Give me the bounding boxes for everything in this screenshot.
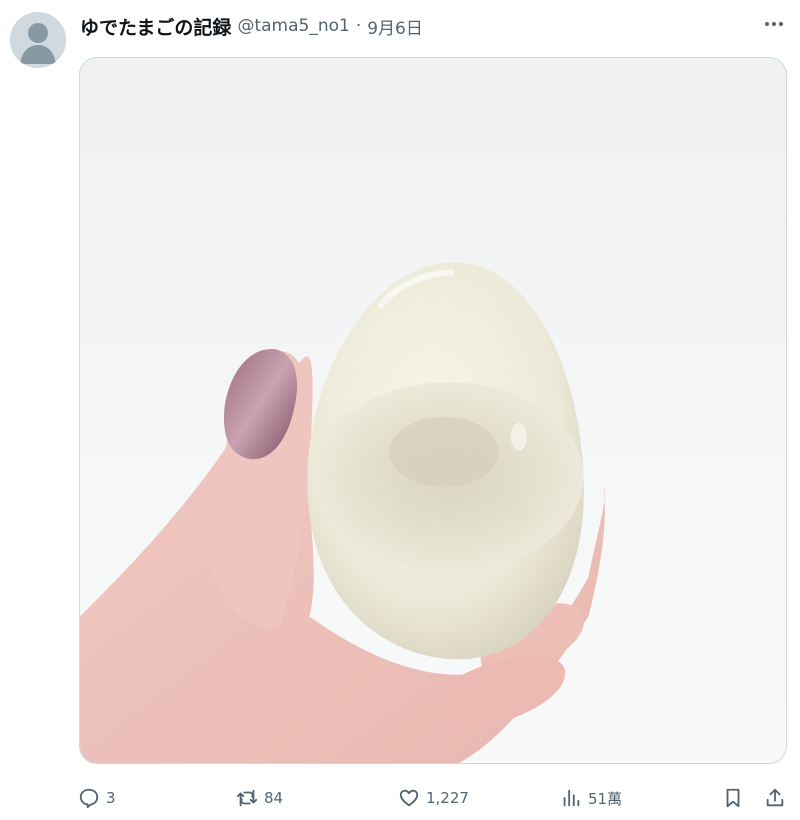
egg-in-hand-image: [80, 262, 605, 763]
tweet-date[interactable]: 9月6日: [367, 14, 423, 39]
tweet-actions: 3 84 1,227 51萬: [78, 784, 790, 812]
avatar[interactable]: [10, 12, 66, 68]
display-name[interactable]: ゆでたまごの記録: [80, 13, 231, 40]
heart-icon: [399, 789, 419, 807]
tweet-media-photo[interactable]: [79, 57, 787, 764]
more-dots-icon: [765, 22, 783, 26]
view-count: 51萬: [588, 789, 623, 808]
share-button[interactable]: [764, 784, 786, 812]
analytics-bars-icon: [563, 789, 580, 807]
share-icon: [766, 788, 784, 807]
user-handle[interactable]: @tama5_no1: [237, 16, 349, 36]
default-avatar-icon: [10, 12, 66, 68]
bookmark-button[interactable]: [722, 784, 744, 812]
bookmark-icon: [726, 788, 740, 808]
retweet-count: 84: [264, 789, 284, 807]
like-button[interactable]: 1,227: [398, 784, 469, 812]
views-button[interactable]: 51萬: [560, 784, 622, 812]
separator-dot: ·: [355, 16, 362, 36]
retweet-icon: [236, 789, 258, 807]
retweet-button[interactable]: 84: [236, 784, 283, 812]
more-button[interactable]: [762, 14, 786, 34]
reply-count: 3: [106, 789, 116, 807]
reply-bubble-icon: [79, 788, 99, 809]
like-count: 1,227: [426, 789, 469, 807]
tweet-header: ゆでたまごの記録 @tama5_no1 · 9月6日: [80, 12, 423, 40]
reply-button[interactable]: 3: [78, 784, 116, 812]
